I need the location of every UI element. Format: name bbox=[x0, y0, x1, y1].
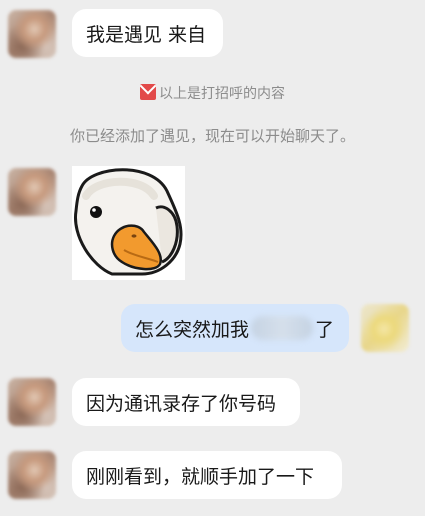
message-text: 怎么突然加我 bbox=[135, 318, 250, 341]
message-text-suffix: 了 bbox=[315, 318, 335, 341]
greeting-note-text: 以上是打招呼的内容 bbox=[159, 86, 285, 102]
peer-avatar[interactable] bbox=[8, 451, 56, 499]
duck-icon bbox=[72, 166, 185, 280]
message-bubble-peer[interactable]: 我是遇见 来自 bbox=[72, 9, 223, 57]
message-bubble-peer[interactable]: 因为通讯录存了你号码 bbox=[72, 378, 300, 426]
peer-avatar[interactable] bbox=[8, 378, 56, 426]
friend-added-note: 你已经添加了遇见，现在可以开始聊天了。 bbox=[0, 125, 425, 146]
message-bubble-peer[interactable]: 刚刚看到，就顺手加了一下 bbox=[72, 451, 342, 499]
duck-sticker[interactable] bbox=[72, 166, 185, 280]
greeting-note: 以上是打招呼的内容 bbox=[0, 83, 425, 103]
self-avatar[interactable] bbox=[361, 304, 409, 352]
peer-avatar[interactable] bbox=[8, 168, 56, 216]
peer-avatar[interactable] bbox=[8, 10, 56, 58]
message-bubble-self[interactable]: 怎么突然加我 了 bbox=[121, 304, 349, 352]
message-text: 我是遇见 来自 bbox=[86, 23, 207, 46]
message-text: 刚刚看到，就顺手加了一下 bbox=[86, 465, 315, 488]
friend-added-text: 你已经添加了遇见，现在可以开始聊天了。 bbox=[69, 127, 355, 145]
message-text: 因为通讯录存了你号码 bbox=[86, 392, 277, 415]
redacted-text bbox=[251, 316, 314, 340]
envelope-icon bbox=[140, 84, 156, 100]
